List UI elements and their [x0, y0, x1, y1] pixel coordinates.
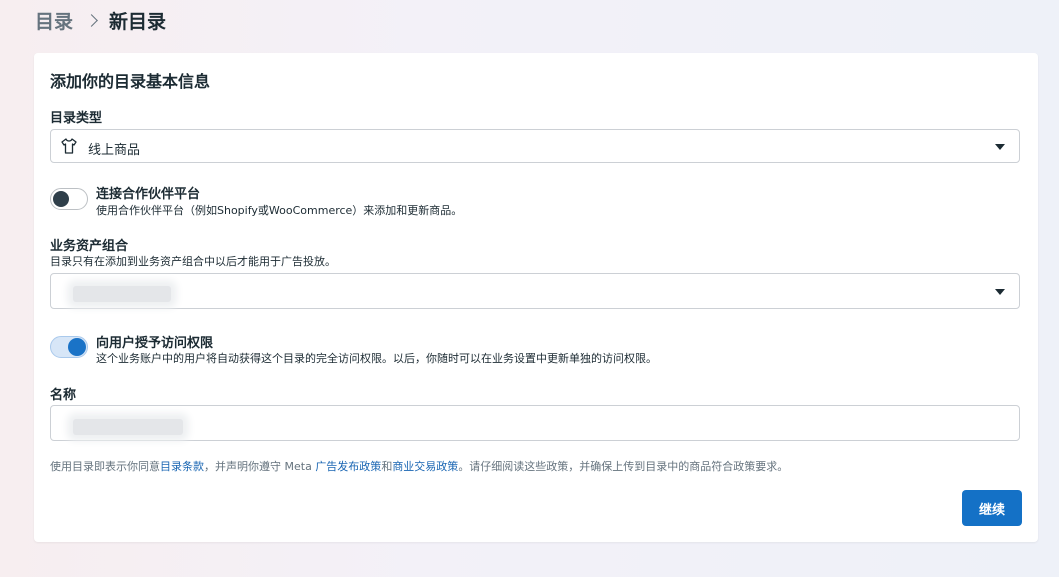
terms-text: 使用目录即表示你同意目录条款，并声明你遵守 Meta 广告发布政策和商业交易政策…: [50, 458, 788, 474]
grant-access-toggle[interactable]: [50, 336, 88, 358]
terms-prefix: 使用目录即表示你同意: [50, 460, 160, 473]
name-label: 名称: [50, 388, 77, 403]
terms-suffix: 。请仔细阅读这些政策，并确保上传到目录中的商品符合政策要求。: [458, 460, 789, 473]
partner-platform-description: 使用合作伙伴平台（例如Shopify或WooCommerce）来添加和更新商品。: [96, 204, 463, 217]
commerce-policy-link[interactable]: 商业交易政策: [392, 460, 458, 473]
catalog-terms-link[interactable]: 目录条款: [160, 460, 204, 473]
partner-platform-title: 连接合作伙伴平台: [96, 187, 201, 202]
caret-down-icon: [995, 144, 1005, 150]
redacted-value: [73, 286, 171, 302]
catalog-form-card: 添加你的目录基本信息 目录类型 线上商品 连接合作伙伴平台 使用合作伙伴平台（例…: [34, 53, 1038, 542]
business-portfolio-description: 目录只有在添加到业务资产组合中以后才能用于广告投放。: [50, 255, 336, 268]
partner-platform-toggle[interactable]: [50, 188, 88, 210]
business-portfolio-label: 业务资产组合: [50, 239, 129, 254]
grant-access-description: 这个业务账户中的用户将自动获得这个目录的完全访问权限。以后，你随时可以在业务设置…: [96, 352, 657, 365]
chevron-right-icon: [85, 13, 98, 27]
catalog-type-value: 线上商品: [88, 143, 141, 158]
redacted-value: [73, 419, 183, 435]
toggle-knob: [53, 191, 69, 207]
catalog-type-label: 目录类型: [50, 111, 103, 126]
breadcrumb-root[interactable]: 目录: [35, 7, 73, 34]
grant-access-title: 向用户授予访问权限: [96, 336, 214, 351]
toggle-knob: [68, 338, 86, 356]
caret-down-icon: [995, 289, 1005, 295]
terms-and: 和: [381, 460, 393, 473]
ad-policy-link[interactable]: 广告发布政策: [315, 460, 381, 473]
continue-button[interactable]: 继续: [962, 490, 1022, 526]
page-title: 新目录: [109, 10, 167, 33]
section-title: 添加你的目录基本信息: [50, 72, 211, 91]
terms-middle: ，并声明你遵守 Meta: [204, 460, 316, 473]
name-input[interactable]: [50, 405, 1020, 441]
catalog-type-select[interactable]: 线上商品: [50, 129, 1020, 163]
business-portfolio-select[interactable]: [50, 273, 1020, 309]
breadcrumb: 目录 新目录: [35, 6, 166, 34]
tshirt-icon: [61, 138, 77, 154]
